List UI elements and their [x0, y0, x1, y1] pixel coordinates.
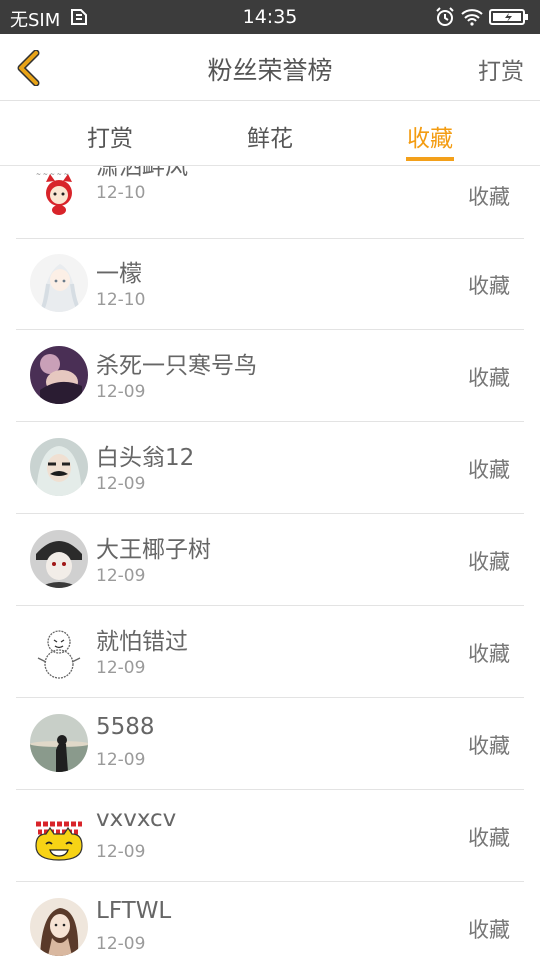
- svg-text:~ ~ ~ ~ ~: ~ ~ ~ ~ ~: [36, 171, 69, 178]
- avatar: [30, 898, 88, 956]
- favorite-action[interactable]: 收藏: [468, 362, 510, 392]
- fan-name: 就怕错过: [96, 629, 188, 655]
- fan-name: 5588: [96, 714, 155, 740]
- avatar: ~ ~ ~ ~ ~: [30, 166, 88, 220]
- avatar: [30, 530, 88, 588]
- battery-icon: [489, 9, 528, 25]
- avatar: [30, 254, 88, 312]
- list-item[interactable]: 一檬 12-10 收藏: [16, 238, 524, 330]
- fan-date: 12-10: [96, 183, 146, 203]
- favorite-action[interactable]: 收藏: [468, 638, 510, 668]
- favorite-action[interactable]: 收藏: [468, 914, 510, 944]
- fan-date: 12-09: [96, 474, 146, 494]
- avatar: [30, 622, 88, 680]
- favorite-action[interactable]: 收藏: [468, 546, 510, 576]
- wifi-icon: [461, 9, 483, 26]
- fan-list: ~ ~ ~ ~ ~ 潇洒衅风 12-10 收藏 一檬 12-10 收藏 杀死一只…: [0, 166, 540, 960]
- fan-name: vxvxcv: [96, 806, 177, 832]
- avatar: [30, 714, 88, 772]
- fan-name: LFTWL: [96, 898, 172, 924]
- fan-date: 12-09: [96, 658, 146, 678]
- active-tab-indicator: [406, 157, 454, 161]
- fan-date: 12-09: [96, 566, 146, 586]
- favorite-action[interactable]: 收藏: [468, 822, 510, 852]
- fan-name: 大王椰子树: [96, 537, 211, 563]
- clock: 14:35: [242, 6, 298, 28]
- favorite-action[interactable]: 收藏: [468, 730, 510, 760]
- tab-favorites[interactable]: 收藏: [370, 119, 490, 153]
- fan-date: 12-09: [96, 842, 146, 862]
- list-item[interactable]: vxvxcv 12-09 收藏: [16, 790, 524, 882]
- fan-date: 12-09: [96, 382, 146, 402]
- status-bar: 无SIM 14:35: [0, 0, 540, 34]
- list-item[interactable]: 5588 12-09 收藏: [16, 698, 524, 790]
- fan-name: 一檬: [96, 261, 142, 287]
- favorite-action[interactable]: 收藏: [468, 454, 510, 484]
- list-item[interactable]: ~ ~ ~ ~ ~ 潇洒衅风 12-10 收藏: [16, 166, 524, 239]
- tab-flowers[interactable]: 鲜花: [210, 119, 330, 153]
- fan-date: 12-09: [96, 750, 146, 770]
- fan-date: 12-09: [96, 934, 146, 954]
- page-title: 粉丝荣誉榜: [207, 56, 333, 85]
- title-bar: 粉丝荣誉榜 打赏: [0, 34, 540, 101]
- fan-date: 12-10: [96, 290, 146, 310]
- fan-name: 潇洒衅风: [96, 166, 188, 180]
- avatar: [30, 346, 88, 404]
- favorite-action[interactable]: 收藏: [468, 270, 510, 300]
- tab-reward[interactable]: 打赏: [50, 119, 170, 153]
- reward-button[interactable]: 打赏: [478, 52, 524, 86]
- list-item[interactable]: LFTWL 12-09 收藏: [16, 882, 524, 960]
- list-item[interactable]: 白头翁12 12-09 收藏: [16, 422, 524, 514]
- list-item[interactable]: 就怕错过 12-09 收藏: [16, 606, 524, 698]
- avatar: [30, 438, 88, 496]
- fan-name: 白头翁12: [96, 445, 195, 471]
- avatar: [30, 806, 88, 864]
- list-item[interactable]: 杀死一只寒号鸟 12-09 收藏: [16, 330, 524, 422]
- alarm-icon: [436, 7, 454, 26]
- list-item[interactable]: 大王椰子树 12-09 收藏: [16, 514, 524, 606]
- favorite-action[interactable]: 收藏: [468, 181, 510, 211]
- tab-bar: 打赏 鲜花 收藏: [0, 101, 540, 166]
- fan-name: 杀死一只寒号鸟: [96, 353, 257, 379]
